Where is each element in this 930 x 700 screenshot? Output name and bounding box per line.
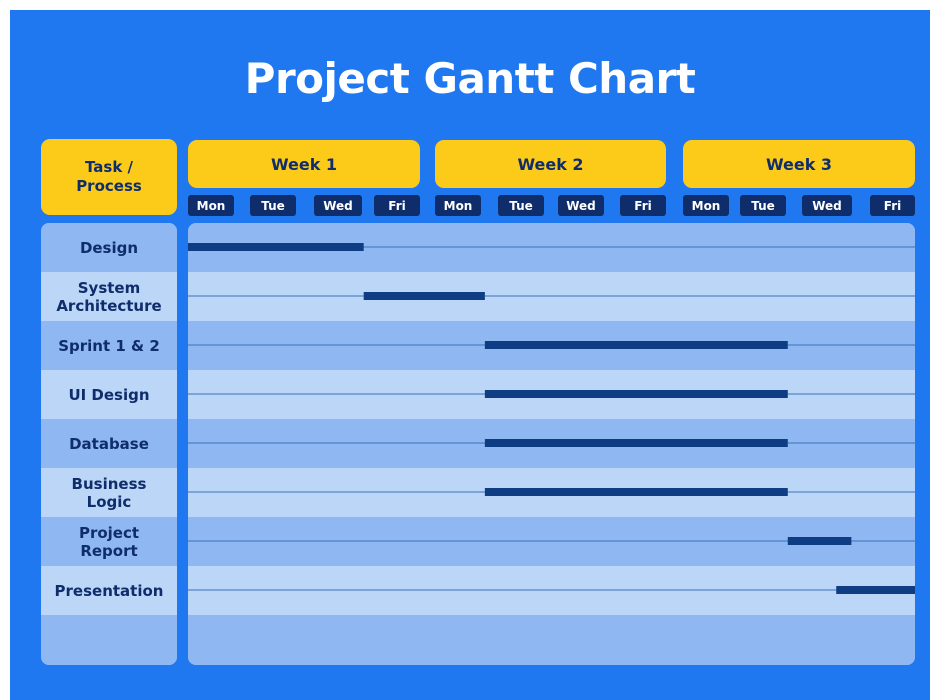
day-header-wed-1: Wed bbox=[314, 195, 362, 216]
day-header-fri-3: Fri bbox=[870, 195, 915, 216]
chart-title: Project Gantt Chart bbox=[244, 54, 696, 103]
gantt-bar bbox=[363, 292, 485, 300]
gantt-bar bbox=[484, 390, 788, 398]
day-header-mon-2: Mon bbox=[435, 195, 481, 216]
day-header-mon-1: Mon bbox=[188, 195, 234, 216]
gantt-plot-area bbox=[188, 223, 915, 665]
task-label-design: Design bbox=[79, 238, 139, 257]
day-header-wed-3: Wed bbox=[802, 195, 852, 216]
day-header-fri-2: Fri bbox=[620, 195, 666, 216]
week-2-header: Week 2 bbox=[435, 140, 666, 188]
gantt-bar bbox=[188, 243, 364, 251]
gantt-bar bbox=[836, 586, 915, 594]
chart-frame: Project Gantt Chart Task / Process Week … bbox=[10, 10, 930, 700]
day-header-tue-3: Tue bbox=[740, 195, 786, 216]
task-column: Design System Architecture Sprint 1 & 2 … bbox=[41, 223, 177, 665]
gantt-bar bbox=[787, 537, 852, 545]
week-3-header: Week 3 bbox=[683, 140, 915, 188]
gantt-bar bbox=[484, 341, 788, 349]
day-header-tue-2: Tue bbox=[498, 195, 544, 216]
gantt-bar bbox=[484, 439, 788, 447]
day-header-mon-3: Mon bbox=[683, 195, 729, 216]
task-label-system-architecture: System Architecture bbox=[56, 278, 162, 315]
gantt-bar bbox=[484, 488, 788, 496]
task-label-sprint-1-2: Sprint 1 & 2 bbox=[58, 336, 160, 355]
task-label-business-logic: Business Logic bbox=[71, 474, 147, 511]
gantt-row-band bbox=[188, 615, 915, 665]
day-header-tue-1: Tue bbox=[250, 195, 296, 216]
task-process-header: Task / Process bbox=[41, 139, 177, 215]
day-header-wed-2: Wed bbox=[558, 195, 604, 216]
task-label-presentation: Presentation bbox=[54, 581, 164, 600]
day-header-fri-1: Fri bbox=[374, 195, 420, 216]
task-label-project-report: Project Report bbox=[78, 523, 140, 560]
task-row-band bbox=[41, 615, 177, 665]
week-1-header: Week 1 bbox=[188, 140, 420, 188]
gantt-svg bbox=[188, 223, 915, 665]
task-label-ui-design: UI Design bbox=[68, 385, 150, 404]
task-label-database: Database bbox=[69, 434, 149, 453]
